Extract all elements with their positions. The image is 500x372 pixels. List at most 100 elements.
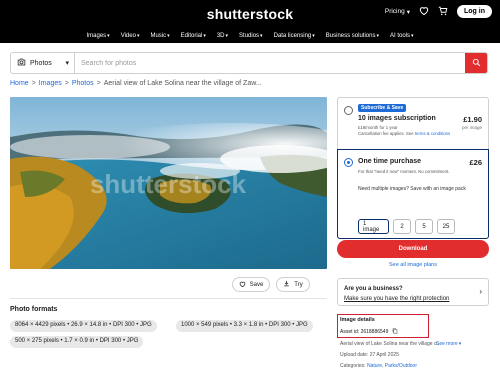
watermark-text: shutterstock <box>90 169 247 199</box>
camera-icon <box>17 58 26 68</box>
asset-id-text: Asset id: 2618886549 <box>340 329 389 335</box>
business-card[interactable]: Are you a business? Make sure you have t… <box>337 278 489 306</box>
cart-icon[interactable] <box>438 6 448 18</box>
nav-label: Editorial <box>180 33 203 39</box>
format-chip[interactable]: 8064 × 4429 pixels • 26.9 × 14.8 in • DP… <box>10 320 157 332</box>
nav-studios[interactable]: Studios▾ <box>239 33 263 39</box>
download-button[interactable]: Download <box>337 240 489 258</box>
nav-ai-tools[interactable]: AI tools▾ <box>390 33 414 39</box>
one-time-desc: For that "need it now" moment. No commit… <box>358 169 450 174</box>
image-pack-prompt: Need multiple images? Save with an image… <box>358 186 466 192</box>
asset-id: Asset id: 2618886549 <box>340 328 398 336</box>
pricing-menu[interactable]: Pricing ▾ <box>385 8 410 16</box>
chevron-down-icon: ▾ <box>65 60 69 67</box>
save-label: Save <box>249 281 264 288</box>
chevron-down-icon: ▾ <box>260 33 263 39</box>
nav-label: AI tools <box>389 33 410 39</box>
try-button[interactable]: Try <box>276 277 310 292</box>
image-details-title: Image details <box>340 317 375 323</box>
categories-link[interactable]: Nature, Parks/Outdoor <box>367 363 417 369</box>
see-more-label: See more <box>436 341 458 347</box>
chevron-down-icon: ▾ <box>203 33 206 39</box>
heart-icon[interactable] <box>419 6 429 17</box>
image-pack-selector: 1 image 2 5 25 <box>358 219 455 234</box>
radio-one-time[interactable] <box>344 158 353 167</box>
subscription-desc: £19/month for 1 year Cancellation fee ap… <box>358 125 453 136</box>
breadcrumb-photos[interactable]: Photos <box>72 80 94 87</box>
one-time-price: £26 <box>469 158 482 167</box>
search-input[interactable] <box>75 53 465 73</box>
categories-label: Categories: <box>340 363 367 369</box>
format-chip[interactable]: 500 × 275 pixels • 1.7 × 0.9 in • DPI 30… <box>10 336 144 348</box>
header-actions: Pricing ▾ Log in <box>385 5 492 18</box>
breadcrumb-separator: > <box>31 80 36 87</box>
pricing-label: Pricing <box>384 8 405 15</box>
chevron-down-icon: ▾ <box>458 341 462 347</box>
login-button[interactable]: Log in <box>457 5 492 18</box>
nav-video[interactable]: Video▾ <box>121 33 140 39</box>
save-button[interactable]: Save <box>232 277 270 292</box>
nav-business-solutions[interactable]: Business solutions▾ <box>326 33 379 39</box>
nav-label: Video <box>120 33 136 39</box>
chevron-down-icon: ▾ <box>411 33 414 39</box>
nav-images[interactable]: Images▾ <box>86 33 109 39</box>
nav-editorial[interactable]: Editorial▾ <box>181 33 206 39</box>
chevron-down-icon: ▾ <box>406 8 410 16</box>
search-type-label: Photos <box>30 59 52 67</box>
radio-subscription[interactable] <box>344 106 353 115</box>
top-bar: shutterstock Pricing ▾ Log in <box>0 0 500 29</box>
breadcrumb: Home > Images > Photos > Aerial view of … <box>10 80 262 87</box>
divider <box>10 298 327 299</box>
see-more-link[interactable]: See more ▾ <box>436 341 461 347</box>
pack-option-25[interactable]: 25 <box>437 219 455 234</box>
plans-card: Subscribe & Save 10 images subscription … <box>337 97 489 239</box>
chevron-right-icon: › <box>479 287 482 296</box>
breadcrumb-images[interactable]: Images <box>39 80 62 87</box>
price-note: per image <box>461 125 482 130</box>
pack-option-5[interactable]: 5 <box>415 219 433 234</box>
chevron-down-icon: ▾ <box>376 33 379 39</box>
main-nav: Images▾ Video▾ Music▾ Editorial▾ 3D▾ Stu… <box>0 29 500 43</box>
nav-label: Business solutions <box>325 33 376 39</box>
business-link[interactable]: Make sure you have the right protection <box>344 296 449 302</box>
plan-subscription[interactable]: Subscribe & Save 10 images subscription … <box>338 98 488 150</box>
photo-formats-title: Photo formats <box>10 306 58 313</box>
see-all-plans-link[interactable]: See all image plans <box>337 262 489 268</box>
nav-label: Studios <box>239 33 260 39</box>
nav-label: Music <box>150 33 167 39</box>
search-bar: Photos ▾ <box>10 52 488 74</box>
pack-option-1[interactable]: 1 image <box>358 219 389 234</box>
main-photo[interactable]: shutterstock <box>10 97 327 269</box>
plan-one-time[interactable]: One time purchase For that "need it now"… <box>337 149 489 239</box>
breadcrumb-separator: > <box>96 80 101 87</box>
nav-3d[interactable]: 3D▾ <box>217 33 228 39</box>
chevron-down-icon: ▾ <box>312 33 315 39</box>
subscribe-save-badge: Subscribe & Save <box>358 104 407 112</box>
download-icon <box>283 280 290 289</box>
chevron-down-icon: ▾ <box>136 33 140 39</box>
subscription-price: £1.90 <box>463 115 482 124</box>
breadcrumb-home[interactable]: Home <box>10 80 29 87</box>
terms-link[interactable]: terms & conditions <box>415 131 450 136</box>
breadcrumb-current: Aerial view of Lake Solina near the vill… <box>103 80 262 87</box>
categories: Categories: Nature, Parks/Outdoor <box>340 363 417 369</box>
nav-data-licensing[interactable]: Data licensing▾ <box>274 33 315 39</box>
breadcrumb-separator: > <box>64 80 69 87</box>
search-type-dropdown[interactable]: Photos ▾ <box>11 53 75 73</box>
copy-icon[interactable] <box>392 328 398 336</box>
pack-option-2[interactable]: 2 <box>393 219 411 234</box>
business-title: Are you a business? <box>344 286 403 292</box>
format-chip[interactable]: 1000 × 549 pixels • 3.3 × 1.8 in • DPI 3… <box>176 320 313 332</box>
upload-date: Upload date: 27 April 2025 <box>340 352 399 358</box>
chevron-down-icon: ▾ <box>167 33 170 39</box>
chevron-down-icon: ▾ <box>225 33 229 39</box>
try-label: Try <box>294 281 303 288</box>
nav-label: Images <box>86 33 107 39</box>
one-time-title: One time purchase <box>358 158 422 165</box>
subscription-title: 10 images subscription <box>358 115 436 122</box>
chevron-down-icon: ▾ <box>107 33 110 39</box>
search-button[interactable] <box>465 53 487 73</box>
heart-icon <box>239 281 246 289</box>
subscription-desc-terms-prefix: Cancellation fee applies. See <box>358 130 415 136</box>
nav-music[interactable]: Music▾ <box>150 33 169 39</box>
